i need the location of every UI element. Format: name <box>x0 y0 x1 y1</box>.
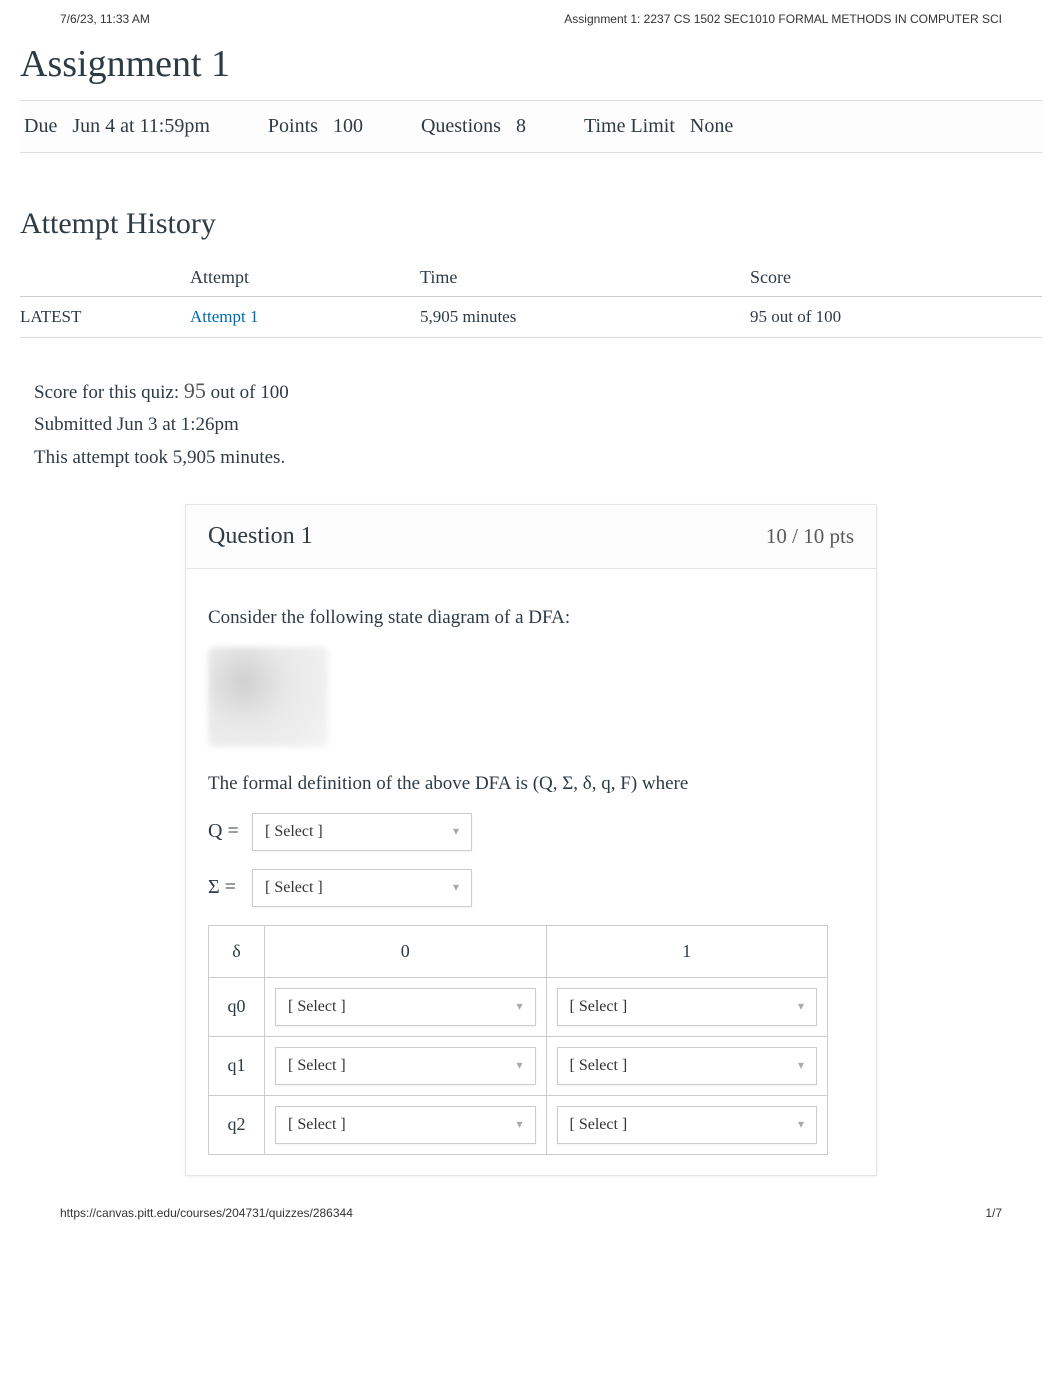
question-intro: Consider the following state diagram of … <box>208 607 854 629</box>
attempt-history-heading: Attempt History <box>20 207 1042 241</box>
chevron-down-icon: ▾ <box>516 1117 522 1132</box>
question-card: Question 1 10 / 10 pts Consider the foll… <box>185 504 877 1176</box>
chevron-down-icon: ▾ <box>516 999 522 1014</box>
attempt-link[interactable]: Attempt 1 <box>190 307 258 326</box>
history-tag: LATEST <box>20 297 190 338</box>
delta-state-q2: q2 <box>209 1095 265 1154</box>
select-placeholder: [ Select ] <box>570 1116 628 1134</box>
print-doc-title: Assignment 1: 2237 CS 1502 SEC1010 FORMA… <box>564 12 1002 26</box>
delta-col-0: 0 <box>265 925 547 977</box>
score-value: 95 <box>184 378 206 403</box>
points-value: 100 <box>333 115 363 137</box>
q-label: Q = <box>208 820 252 843</box>
formal-definition-text: The formal definition of the above DFA i… <box>208 773 854 795</box>
history-col-attempt: Attempt <box>190 259 420 297</box>
print-datetime: 7/6/23, 11:33 AM <box>60 12 150 26</box>
score-label: Score for this quiz: <box>34 382 179 403</box>
select-Sigma[interactable]: [ Select ] ▾ <box>252 869 472 907</box>
select-q0-0[interactable]: [ Select ] ▾ <box>275 988 536 1026</box>
select-placeholder: [ Select ] <box>288 998 346 1016</box>
select-placeholder: [ Select ] <box>570 1057 628 1075</box>
chevron-down-icon: ▾ <box>798 1117 804 1132</box>
select-placeholder: [ Select ] <box>265 823 323 841</box>
page-title: Assignment 1 <box>20 42 1042 86</box>
time-limit-value: None <box>690 115 733 137</box>
table-row: q1 [ Select ] ▾ [ Select ] ▾ <box>209 1036 828 1095</box>
delta-symbol: δ <box>209 925 265 977</box>
question-title: Question 1 <box>208 523 313 550</box>
delta-col-1: 1 <box>546 925 828 977</box>
dfa-diagram-image <box>208 647 328 747</box>
select-q0-1[interactable]: [ Select ] ▾ <box>557 988 818 1026</box>
chevron-down-icon: ▾ <box>453 824 459 839</box>
select-placeholder: [ Select ] <box>288 1116 346 1134</box>
score-summary: Score for this quiz: 95 out of 100 Submi… <box>20 372 1042 474</box>
attempt-history-table: Attempt Time Score LATEST Attempt 1 5,90… <box>20 259 1042 338</box>
questions-value: 8 <box>516 115 526 137</box>
select-Q[interactable]: [ Select ] ▾ <box>252 813 472 851</box>
print-page-number: 1/7 <box>985 1206 1002 1220</box>
assignment-meta-bar: Due Jun 4 at 11:59pm Points 100 Question… <box>20 100 1042 153</box>
select-q2-0[interactable]: [ Select ] ▾ <box>275 1106 536 1144</box>
table-row: q2 [ Select ] ▾ [ Select ] ▾ <box>209 1095 828 1154</box>
points-label: Points <box>268 115 318 137</box>
submitted-line: Submitted Jun 3 at 1:26pm <box>34 409 1042 441</box>
delta-state-q1: q1 <box>209 1036 265 1095</box>
history-time: 5,905 minutes <box>420 297 750 338</box>
duration-line: This attempt took 5,905 minutes. <box>34 442 1042 474</box>
chevron-down-icon: ▾ <box>798 1058 804 1073</box>
delta-table: δ 0 1 q0 [ Select ] ▾ <box>208 925 828 1155</box>
time-limit-label: Time Limit <box>584 115 675 137</box>
table-row: LATEST Attempt 1 5,905 minutes 95 out of… <box>20 297 1042 338</box>
print-url: https://canvas.pitt.edu/courses/204731/q… <box>60 1206 353 1220</box>
select-q1-0[interactable]: [ Select ] ▾ <box>275 1047 536 1085</box>
select-q2-1[interactable]: [ Select ] ▾ <box>557 1106 818 1144</box>
sigma-label: Σ = <box>208 876 252 899</box>
delta-state-q0: q0 <box>209 977 265 1036</box>
select-q1-1[interactable]: [ Select ] ▾ <box>557 1047 818 1085</box>
history-col-score: Score <box>750 259 1042 297</box>
score-suffix: out of 100 <box>211 382 289 403</box>
questions-label: Questions <box>421 115 501 137</box>
due-value: Jun 4 at 11:59pm <box>72 115 210 137</box>
chevron-down-icon: ▾ <box>516 1058 522 1073</box>
question-points: 10 / 10 pts <box>766 524 854 549</box>
history-col-time: Time <box>420 259 750 297</box>
select-placeholder: [ Select ] <box>570 998 628 1016</box>
chevron-down-icon: ▾ <box>798 999 804 1014</box>
select-placeholder: [ Select ] <box>288 1057 346 1075</box>
chevron-down-icon: ▾ <box>453 880 459 895</box>
select-placeholder: [ Select ] <box>265 879 323 897</box>
due-label: Due <box>24 115 57 137</box>
table-row: q0 [ Select ] ▾ [ Select ] ▾ <box>209 977 828 1036</box>
history-score: 95 out of 100 <box>750 297 1042 338</box>
